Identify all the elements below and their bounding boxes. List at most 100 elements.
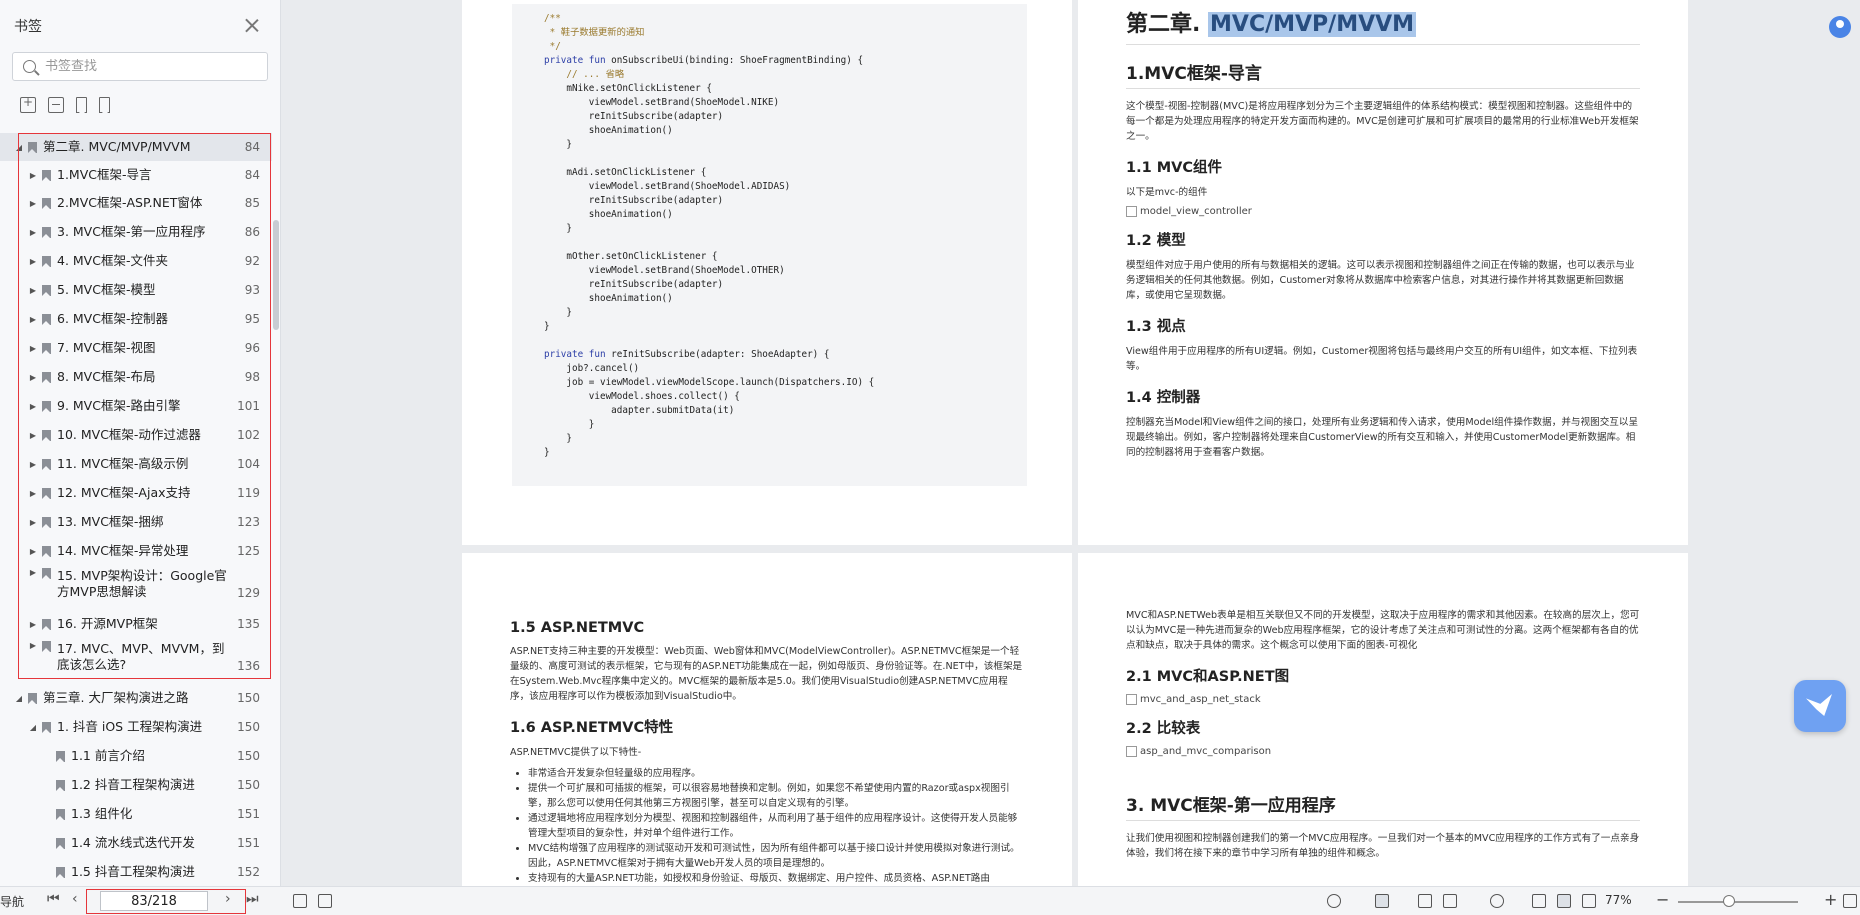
caret-right-icon[interactable]: ▶ (28, 257, 38, 266)
bookmark-item[interactable]: ▶ 12. MVC框架-Ajax支持 119 (0, 479, 272, 507)
fit-page-icon[interactable] (1557, 894, 1571, 908)
play-slideshow-icon[interactable] (1490, 894, 1504, 908)
bookmark-item[interactable]: ▶ 8. MVC框架-布局 98 (0, 363, 272, 391)
caret-right-icon[interactable]: ▶ (28, 286, 38, 295)
bookmark-icon (42, 618, 51, 630)
eye-care-icon[interactable] (1327, 894, 1341, 908)
caret-right-icon[interactable]: ▶ (28, 228, 38, 237)
bookmark-item[interactable]: ▶ 17. MVC、MVP、MVVM，到底该怎么选? 136 (0, 636, 272, 682)
collapse-all-icon[interactable] (48, 97, 64, 113)
sidebar-scrollbar[interactable] (273, 220, 279, 330)
bookmark-item[interactable]: ▶ 13. MVC框架-捆绑 123 (0, 508, 272, 536)
caret-right-icon[interactable]: ▶ (28, 568, 38, 577)
bookmark-item[interactable]: ▶ 2.MVC框架-ASP.NET窗体 85 (0, 189, 272, 217)
bookmark-page: 119 (237, 486, 260, 500)
bookmark-icon (42, 429, 51, 441)
caret-right-icon[interactable]: ▶ (28, 402, 38, 411)
bookmark-item[interactable]: ◢ 1. 抖音 iOS 工程架构演进 150 (0, 713, 272, 741)
bookmark-item[interactable]: ▶ 5. MVC框架-模型 93 (0, 276, 272, 304)
bookmark-item[interactable]: ◢ 第三章. 大厂架构演进之路 150 (0, 684, 272, 712)
nav-label: 导航 (0, 895, 25, 909)
bookmark-item[interactable]: ▶ 10. MVC框架-动作过滤器 102 (0, 421, 272, 449)
section-heading: 1.MVC框架-导言 (1126, 64, 1262, 84)
first-page-icon[interactable]: ⏮ (47, 891, 60, 907)
bookmark-label: 14. MVC框架-异常处理 (57, 543, 189, 558)
bookmark-item[interactable]: 1.1 前言介绍 150 (0, 742, 272, 770)
document-viewport[interactable]: /** * 鞋子数据更新的通知 */ private fun onSubscri… (282, 0, 1860, 886)
selected-text: MVC/MVP/MVVM (1208, 12, 1417, 37)
back-icon[interactable] (293, 894, 307, 908)
expand-all-icon[interactable] (20, 95, 36, 113)
bookmark-search-box[interactable] (12, 52, 268, 81)
bookmark-icon (28, 141, 37, 153)
bookmark-item[interactable]: ▶ 11. MVC框架-高级示例 104 (0, 450, 272, 478)
bookmark-item[interactable]: ▶ 14. MVC框架-异常处理 125 (0, 537, 272, 565)
assistant-bird-icon[interactable] (1794, 680, 1846, 732)
caret-right-icon[interactable]: ▶ (28, 518, 38, 527)
section-heading: 1.2 模型 (1126, 233, 1186, 249)
close-icon[interactable] (242, 16, 262, 36)
zoom-slider-handle[interactable] (1723, 895, 1735, 907)
bookmark-icon (42, 226, 51, 238)
bookmark-label: 2.MVC框架-ASP.NET窗体 (57, 195, 203, 210)
zoom-slider-track[interactable] (1678, 901, 1798, 903)
bookmark-label: 13. MVC框架-捆绑 (57, 514, 164, 529)
caret-right-icon[interactable]: ▶ (28, 489, 38, 498)
next-page-icon[interactable]: › (225, 891, 231, 907)
fullscreen-icon[interactable] (1843, 894, 1857, 908)
last-page-icon[interactable]: ⏭ (246, 891, 259, 907)
bookmark-item[interactable]: 1.4 流水线式迭代开发 151 (0, 829, 272, 857)
zoom-out-icon[interactable]: − (1656, 890, 1669, 909)
continuous-scroll-icon[interactable] (1375, 894, 1389, 908)
caret-right-icon[interactable]: ▶ (28, 547, 38, 556)
bookmark-page: 129 (237, 586, 260, 600)
bookmark-item[interactable]: 1.2 抖音工程架构演进 150 (0, 771, 272, 799)
add-bookmark-icon[interactable] (76, 97, 87, 113)
caret-right-icon[interactable]: ▶ (28, 199, 38, 208)
caret-down-icon[interactable]: ◢ (14, 143, 24, 152)
prev-page-icon[interactable]: ‹ (72, 891, 78, 907)
caret-down-icon[interactable]: ◢ (28, 723, 38, 732)
bookmark-item[interactable]: ◢ 第二章. MVC/MVP/MVVM 84 (0, 133, 272, 161)
bookmark-page: 152 (237, 865, 260, 879)
remove-bookmark-icon[interactable] (99, 97, 110, 113)
caret-right-icon[interactable]: ▶ (28, 373, 38, 382)
page-number-input[interactable] (100, 891, 208, 911)
bookmark-page: 150 (237, 720, 260, 734)
bookmark-item[interactable]: ▶ 4. MVC框架-文件夹 92 (0, 247, 272, 275)
caret-right-icon[interactable]: ▶ (28, 171, 38, 180)
bookmark-icon (42, 458, 51, 470)
caret-down-icon[interactable]: ◢ (14, 694, 24, 703)
bookmark-page: 150 (237, 778, 260, 792)
chapter-prefix: 第二章. (1126, 12, 1209, 37)
caret-right-icon[interactable]: ▶ (28, 460, 38, 469)
zoom-in-icon[interactable]: + (1824, 890, 1837, 909)
bookmark-item[interactable]: ▶ 15. MVP架构设计：Google官方MVP思想解读 129 (0, 563, 272, 609)
actual-size-icon[interactable] (1532, 894, 1546, 908)
caret-right-icon[interactable]: ▶ (28, 431, 38, 440)
bookmark-item[interactable]: ▶ 16. 开源MVP框架 135 (0, 610, 272, 638)
bookmark-item[interactable]: ▶ 1.MVC框架-导言 84 (0, 161, 272, 189)
bookmark-item[interactable]: 1.5 抖音工程架构演进 152 (0, 858, 272, 886)
user-avatar-icon[interactable] (1829, 16, 1851, 38)
bookmark-page: 135 (237, 617, 260, 631)
bookmark-item[interactable]: ▶ 6. MVC框架-控制器 95 (0, 305, 272, 333)
bookmark-label: 5. MVC框架-模型 (57, 282, 156, 297)
forward-icon[interactable] (318, 894, 332, 908)
bookmark-label: 17. MVC、MVP、MVVM，到底该怎么选? (57, 641, 225, 672)
double-page-icon[interactable] (1443, 894, 1457, 908)
caret-right-icon[interactable]: ▶ (28, 641, 38, 650)
bookmark-search-input[interactable] (45, 59, 265, 74)
caret-right-icon[interactable]: ▶ (28, 315, 38, 324)
bookmark-item[interactable]: ▶ 9. MVC框架-路由引擎 101 (0, 392, 272, 420)
caret-right-icon[interactable]: ▶ (28, 344, 38, 353)
bookmark-item[interactable]: ▶ 7. MVC框架-视图 96 (0, 334, 272, 362)
bookmark-label: 第二章. MVC/MVP/MVVM (43, 139, 191, 154)
single-page-icon[interactable] (1418, 894, 1432, 908)
fit-width-icon[interactable] (1582, 894, 1596, 908)
caret-right-icon[interactable]: ▶ (28, 620, 38, 629)
bookmark-item[interactable]: ▶ 3. MVC框架-第一应用程序 86 (0, 218, 272, 246)
bookmark-item[interactable]: 1.3 组件化 151 (0, 800, 272, 828)
zoom-select[interactable]: 77% (1605, 893, 1632, 907)
section-heading: 1.3 视点 (1126, 319, 1186, 335)
